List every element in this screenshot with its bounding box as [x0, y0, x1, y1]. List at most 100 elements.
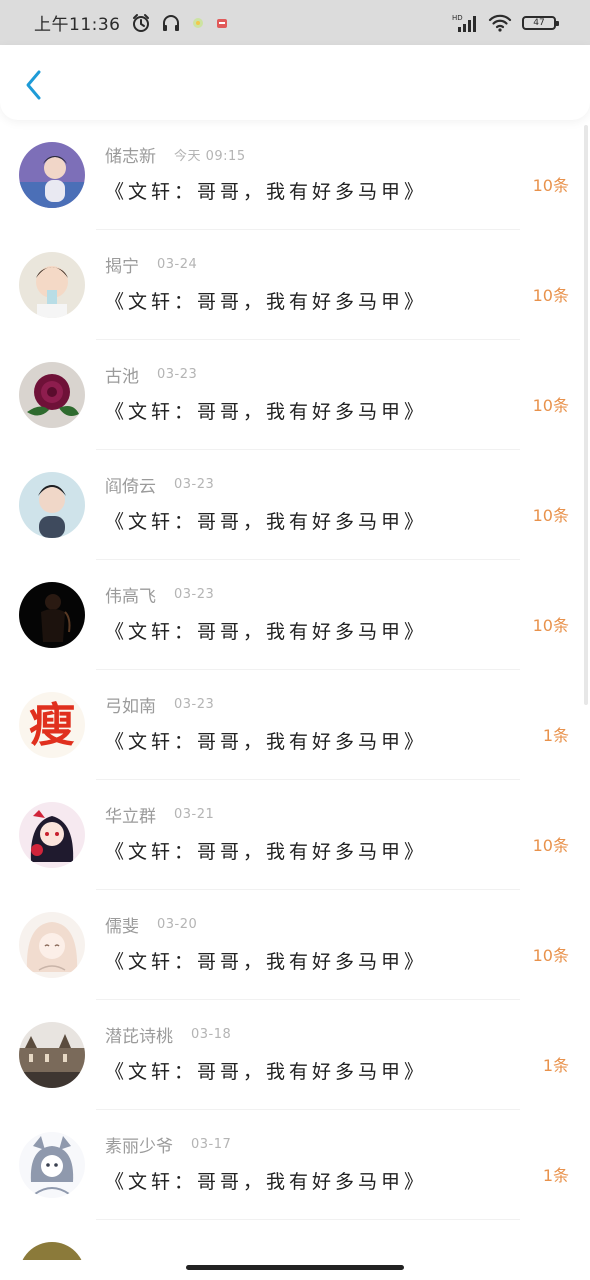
wifi-icon	[488, 13, 512, 33]
avatar	[19, 582, 85, 648]
timestamp: 今天 09:15	[174, 149, 246, 164]
reply-count: 1条	[542, 1056, 569, 1075]
item-content: 揭宁 03-24 《文轩：哥哥，我有好多马甲》	[105, 252, 590, 314]
item-meta: 素丽少爷 03-17	[105, 1132, 590, 1157]
item-meta: 储志新 今天 09:15	[105, 142, 590, 167]
item-content: 素丽少爷 03-17 《文轩：哥哥，我有好多马甲》	[105, 1132, 590, 1194]
app-notification-icon	[191, 16, 205, 30]
book-title: 《文轩：哥哥，我有好多马甲》	[105, 621, 428, 643]
list-item[interactable]: 揭宁 03-24 《文轩：哥哥，我有好多马甲》 10条	[0, 230, 590, 340]
item-meta: 华立群 03-21	[105, 802, 590, 827]
book-title: 《文轩：哥哥，我有好多马甲》	[105, 511, 428, 533]
user-name: 潜芘诗桃	[105, 1027, 173, 1047]
timestamp: 03-21	[174, 807, 215, 822]
book-title: 《文轩：哥哥，我有好多马甲》	[105, 841, 428, 863]
timestamp: 03-23	[174, 477, 215, 492]
reply-count: 10条	[532, 396, 569, 415]
timestamp: 03-24	[157, 257, 198, 272]
item-content: 儒斐 03-20 《文轩：哥哥，我有好多马甲》	[105, 912, 590, 974]
alarm-icon	[131, 13, 151, 33]
user-name: 儒斐	[105, 917, 139, 937]
item-meta: 阎倚云 03-23	[105, 472, 590, 497]
headphones-icon	[161, 13, 181, 33]
reply-count: 10条	[532, 176, 569, 195]
user-name: 伟高飞	[105, 587, 156, 607]
avatar	[19, 252, 85, 318]
user-name: 古池	[105, 367, 139, 387]
list-item[interactable]: 儒斐 03-20 《文轩：哥哥，我有好多马甲》 10条	[0, 890, 590, 1000]
list-item[interactable]: 伟高飞 03-23 《文轩：哥哥，我有好多马甲》 10条	[0, 560, 590, 670]
list-item[interactable]: 古池 03-23 《文轩：哥哥，我有好多马甲》 10条	[0, 340, 590, 450]
timestamp: 03-20	[157, 917, 198, 932]
avatar	[19, 912, 85, 978]
item-content: 华立群 03-21 《文轩：哥哥，我有好多马甲》	[105, 802, 590, 864]
avatar-text: 瘦	[29, 698, 75, 752]
user-name: 储志新	[105, 147, 156, 167]
timestamp: 03-23	[174, 697, 215, 712]
back-button[interactable]	[18, 67, 48, 103]
reply-count: 10条	[532, 506, 569, 525]
message-list: 储志新 今天 09:15 《文轩：哥哥，我有好多马甲》 10条 揭宁 03-24…	[0, 120, 590, 1260]
avatar	[19, 1132, 85, 1198]
list-item[interactable]: 华立群 03-21 《文轩：哥哥，我有好多马甲》 10条	[0, 780, 590, 890]
list-item[interactable]: 储志新 今天 09:15 《文轩：哥哥，我有好多马甲》 10条	[0, 120, 590, 230]
user-name: 素丽少爷	[105, 1137, 173, 1157]
item-content: 阎倚云 03-23 《文轩：哥哥，我有好多马甲》	[105, 472, 590, 534]
status-left: 上午11:36	[34, 10, 229, 35]
timestamp: 03-23	[157, 367, 198, 382]
item-meta: 潜芘诗桃 03-18	[105, 1022, 590, 1047]
item-meta: 伟高飞 03-23	[105, 582, 590, 607]
timestamp: 03-18	[191, 1027, 232, 1042]
signal-icon: HD	[452, 13, 478, 33]
item-content: 储志新 今天 09:15 《文轩：哥哥，我有好多马甲》	[105, 142, 590, 204]
status-time: 上午11:36	[34, 15, 121, 35]
reply-count: 1条	[542, 726, 569, 745]
user-name: 华立群	[105, 807, 156, 827]
reply-count: 1条	[542, 1166, 569, 1185]
item-content: 弓如南 03-23 《文轩：哥哥，我有好多马甲》	[105, 692, 590, 754]
chevron-left-icon	[26, 70, 41, 100]
book-title: 《文轩：哥哥，我有好多马甲》	[105, 1061, 428, 1083]
network-label: HD	[452, 14, 463, 22]
book-title: 《文轩：哥哥，我有好多马甲》	[105, 1171, 428, 1193]
book-title: 《文轩：哥哥，我有好多马甲》	[105, 181, 428, 203]
item-content: 伟高飞 03-23 《文轩：哥哥，我有好多马甲》	[105, 582, 590, 644]
book-title: 《文轩：哥哥，我有好多马甲》	[105, 401, 428, 423]
list-item[interactable]: 瘦 弓如南 03-23 《文轩：哥哥，我有好多马甲》 1条	[0, 670, 590, 780]
avatar: 瘦	[19, 692, 85, 758]
reply-count: 10条	[532, 836, 569, 855]
item-content: 古池 03-23 《文轩：哥哥，我有好多马甲》	[105, 362, 590, 424]
item-meta: 古池 03-23	[105, 362, 590, 387]
battery-icon: 47	[522, 15, 559, 30]
item-meta: 儒斐 03-20	[105, 912, 590, 937]
item-content: 潜芘诗桃 03-18 《文轩：哥哥，我有好多马甲》	[105, 1022, 590, 1084]
avatar	[19, 142, 85, 208]
home-indicator[interactable]	[186, 1265, 404, 1270]
timestamp: 03-23	[174, 587, 215, 602]
reply-count: 10条	[532, 616, 569, 635]
list-item[interactable]: 阎倚云 03-23 《文轩：哥哥，我有好多马甲》 10条	[0, 450, 590, 560]
top-nav-bar	[0, 45, 590, 120]
avatar	[19, 362, 85, 428]
list-item-partial[interactable]	[0, 1220, 590, 1260]
item-meta: 弓如南 03-23	[105, 692, 590, 717]
app-notification-icon	[215, 16, 229, 30]
reply-count: 10条	[532, 946, 569, 965]
status-right: HD 47	[452, 13, 559, 33]
status-bar: 上午11:36 HD 47	[0, 0, 590, 45]
list-item[interactable]: 素丽少爷 03-17 《文轩：哥哥，我有好多马甲》 1条	[0, 1110, 590, 1220]
timestamp: 03-17	[191, 1137, 232, 1152]
avatar	[19, 802, 85, 868]
avatar	[19, 1242, 85, 1260]
list-item[interactable]: 潜芘诗桃 03-18 《文轩：哥哥，我有好多马甲》 1条	[0, 1000, 590, 1110]
book-title: 《文轩：哥哥，我有好多马甲》	[105, 291, 428, 313]
battery-level: 47	[533, 17, 545, 28]
avatar	[19, 1022, 85, 1088]
item-meta: 揭宁 03-24	[105, 252, 590, 277]
book-title: 《文轩：哥哥，我有好多马甲》	[105, 951, 428, 973]
user-name: 揭宁	[105, 257, 139, 277]
book-title: 《文轩：哥哥，我有好多马甲》	[105, 731, 428, 753]
avatar	[19, 472, 85, 538]
user-name: 阎倚云	[105, 477, 156, 497]
reply-count: 10条	[532, 286, 569, 305]
